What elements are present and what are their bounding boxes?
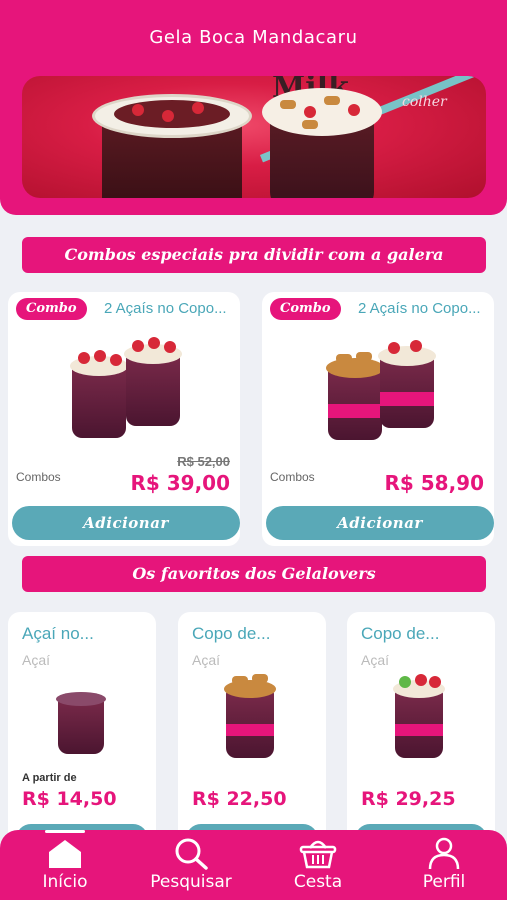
nav-label: Início [42, 872, 88, 892]
home-icon [49, 840, 81, 868]
milkshake-cup-image [262, 78, 382, 198]
combo-old-price: R$ 52,00 [177, 454, 230, 469]
combo-price: R$ 39,00 [130, 471, 230, 495]
combos-section-title: Combos especiais pra dividir com a galer… [22, 237, 486, 273]
favorite-product-image [218, 670, 294, 762]
favorite-category: Açaí [361, 652, 390, 668]
basket-icon [299, 840, 337, 869]
active-tab-indicator [45, 830, 85, 833]
favorite-product-image [48, 670, 124, 762]
favorite-card[interactable]: Copo de... Açaí R$ 22,50 [178, 612, 326, 852]
search-icon [175, 838, 208, 870]
favorite-price: R$ 22,50 [192, 788, 287, 810]
ice-cream-tub-image [92, 86, 252, 198]
nav-label: Cesta [293, 872, 343, 892]
combo-name[interactable]: 2 Açaís no Copo... [104, 300, 234, 317]
favorite-category: Açaí [22, 652, 51, 668]
favorite-name[interactable]: Copo de... [361, 624, 439, 644]
app-title: Gela Boca Mandacaru [149, 27, 358, 48]
combo-product-image [318, 334, 440, 446]
combo-category: Combos [270, 470, 315, 484]
combo-badge: Combo [16, 298, 87, 320]
favorite-name[interactable]: Copo de... [192, 624, 270, 644]
nav-item-pesquisar[interactable]: Pesquisar [140, 836, 242, 892]
header: Gela Boca Mandacaru Milk colher [0, 0, 507, 215]
favorite-price: R$ 29,25 [361, 788, 456, 810]
favorite-price: R$ 14,50 [22, 788, 117, 810]
add-button[interactable]: Adicionar [12, 506, 240, 540]
favorite-card[interactable]: Açaí no... Açaí A partir de R$ 14,50 [8, 612, 156, 852]
combo-card[interactable]: Combo 2 Açaís no Copo... Combos R$ 58,90… [262, 292, 494, 546]
combo-badge: Combo [270, 298, 341, 320]
combo-category: Combos [16, 470, 61, 484]
combo-product-image [64, 334, 186, 446]
bottom-navigation: Início Pesquisar Cesta Perfil [0, 830, 507, 900]
nav-item-inicio[interactable]: Início [34, 836, 96, 892]
user-icon [428, 837, 460, 870]
add-button[interactable]: Adicionar [266, 506, 494, 540]
favorite-category: Açaí [192, 652, 221, 668]
favorite-from-label: A partir de [22, 772, 77, 784]
combo-card[interactable]: Combo 2 Açaís no Copo... Combos R$ 52,00… [8, 292, 240, 546]
favorite-product-image [387, 670, 463, 762]
nav-label: Perfil [422, 872, 466, 892]
combo-name[interactable]: 2 Açaís no Copo... [358, 300, 488, 317]
promo-banner[interactable]: Milk colher [22, 76, 486, 198]
nav-label: Pesquisar [150, 872, 232, 892]
combo-price: R$ 58,90 [384, 471, 484, 495]
nav-item-cesta[interactable]: Cesta [284, 836, 352, 892]
favorite-card[interactable]: Copo de... Açaí R$ 29,25 [347, 612, 495, 852]
banner-subtitle: colher [402, 94, 447, 110]
favorites-section-title: Os favoritos dos Gelalovers [22, 556, 486, 592]
favorite-name[interactable]: Açaí no... [22, 624, 94, 644]
nav-item-perfil[interactable]: Perfil [412, 836, 476, 892]
